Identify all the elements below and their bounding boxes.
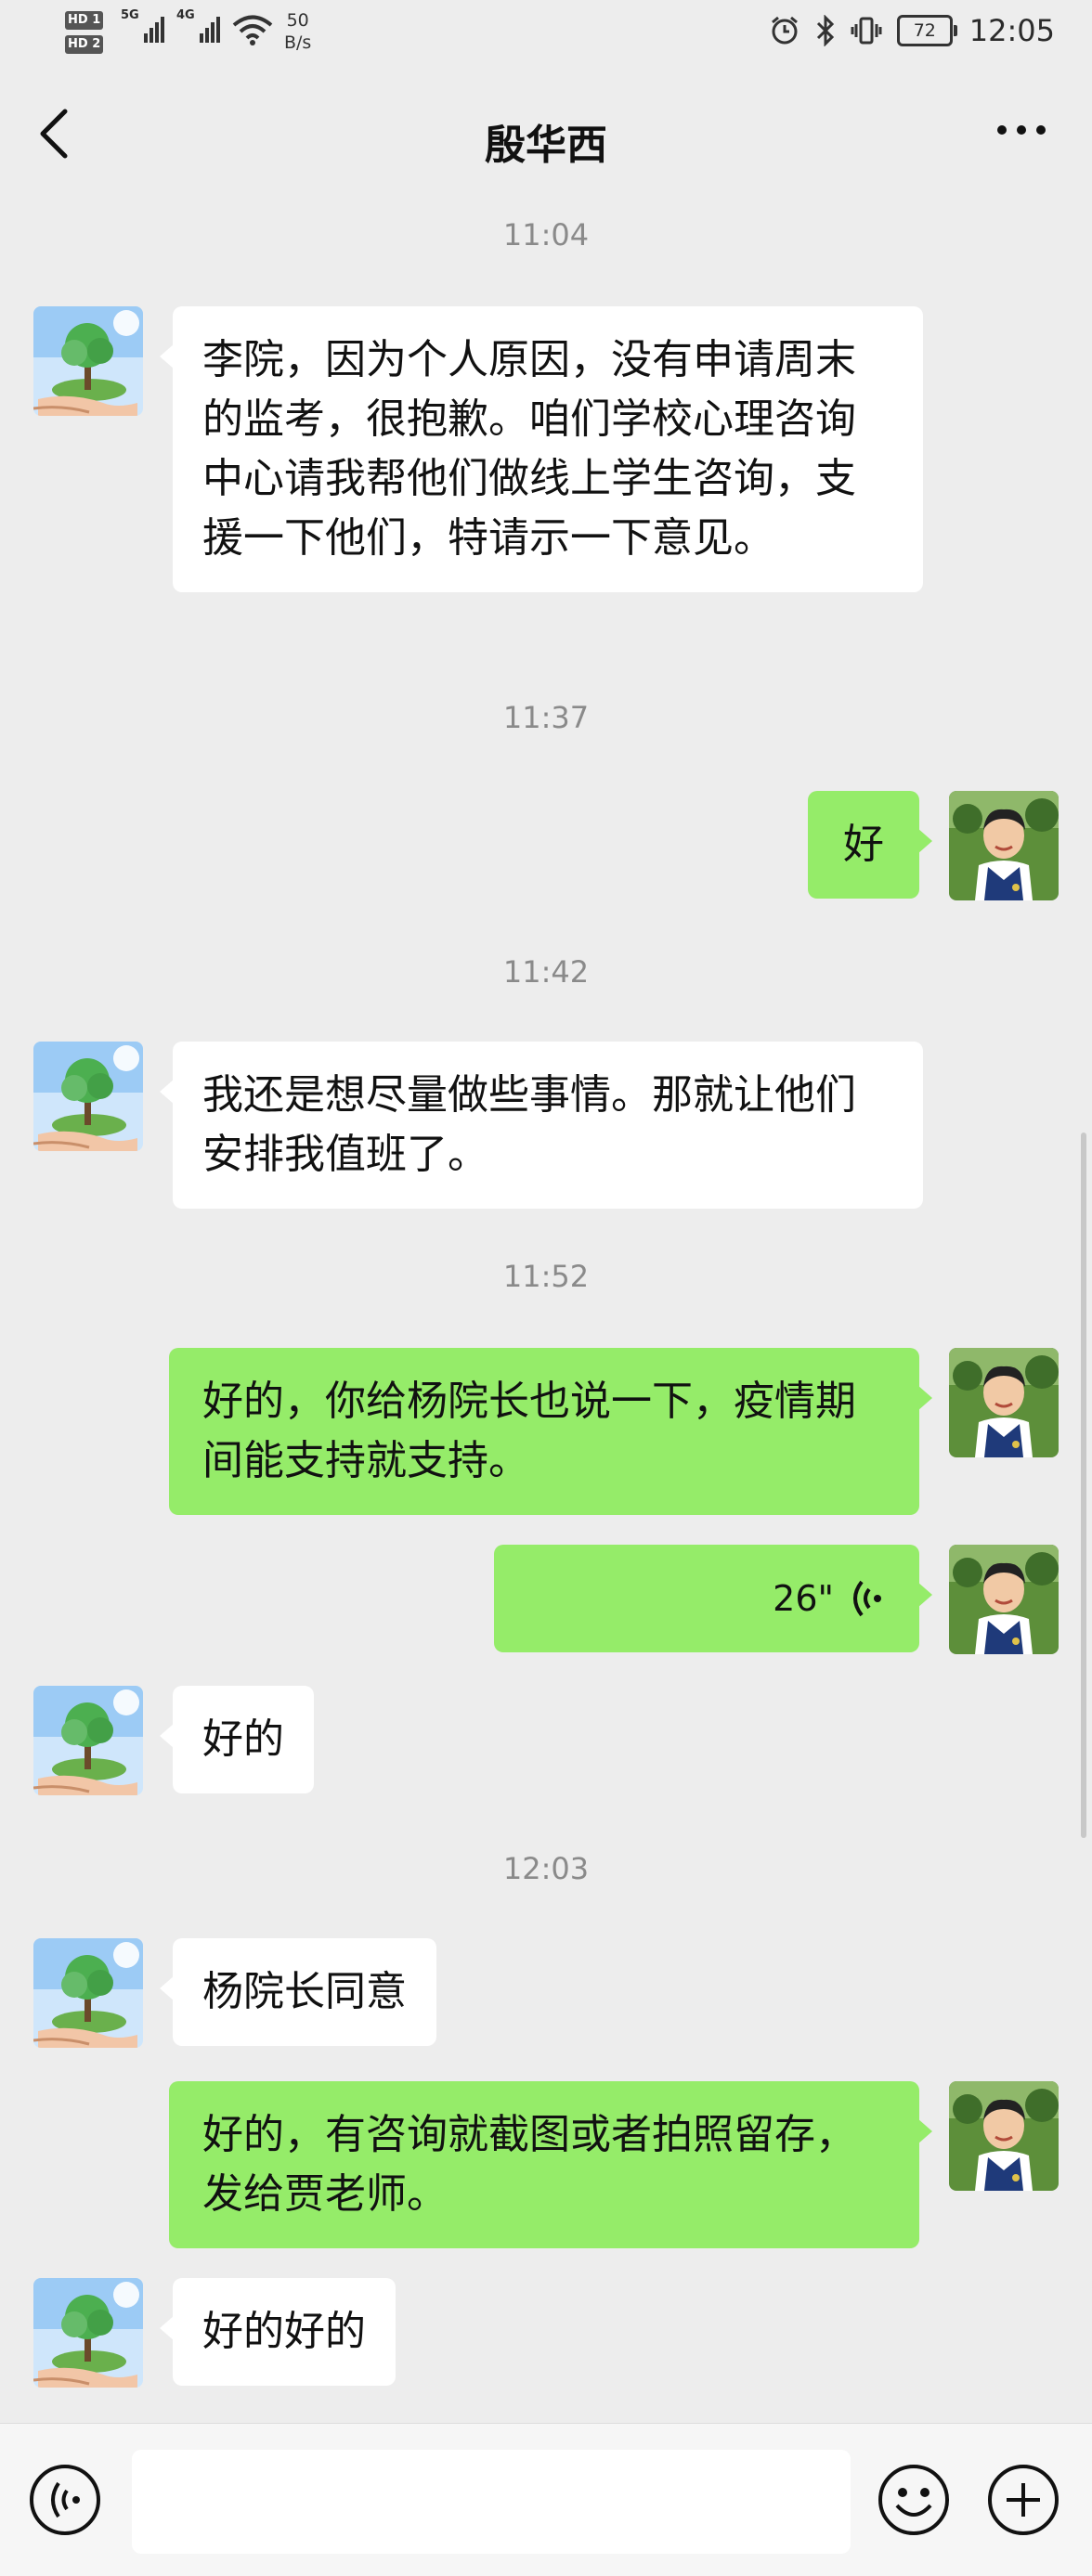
input-bar [0,2423,1092,2576]
timestamp: 11:37 [502,700,590,735]
wifi-icon [232,15,273,50]
voice-message[interactable]: 26" [494,1545,932,1652]
outgoing-message[interactable]: 好 [808,791,932,899]
emoji-button[interactable] [877,2463,951,2537]
emoji-icon [878,2465,949,2535]
vibrate-icon [851,15,882,46]
speed-value: 50 [286,10,309,31]
voice-input-button[interactable] [28,2463,102,2537]
outgoing-message[interactable]: 好的，有咨询就截图或者拍照留存，发给贾老师。 [169,2081,932,2248]
clock: 12:05 [968,13,1055,48]
boy-avatar-image [949,1545,1059,1654]
speed-unit: B/s [284,32,312,53]
incoming-message[interactable]: 好的好的 [160,2278,396,2386]
my-avatar[interactable] [949,1348,1059,1457]
hd2-badge: HD 2 [65,35,104,54]
contact-avatar[interactable] [33,2278,143,2388]
my-avatar[interactable] [949,791,1059,900]
hd-indicators: HD 1 HD 2 [65,9,104,58]
status-bar: HD 1 HD 2 5G 4G 50 B/s 72 12:05 [0,0,1092,74]
boy-avatar-image [949,1348,1059,1457]
contact-avatar[interactable] [33,1938,143,2048]
network-5g-label: 5G [121,8,139,22]
contact-avatar[interactable] [33,306,143,416]
bluetooth-icon [815,15,836,46]
message-input[interactable] [132,2450,851,2554]
network-4g-label: 4G [176,8,195,22]
hd1-badge: HD 1 [65,11,104,30]
more-functions-button[interactable] [986,2463,1060,2537]
my-avatar[interactable] [949,2081,1059,2191]
chat-screen: HD 1 HD 2 5G 4G 50 B/s 72 12:05 殷华西 11:0… [0,0,1092,2576]
more-button[interactable] [994,111,1049,149]
scrollbar[interactable] [1081,1133,1086,1838]
my-avatar[interactable] [949,1545,1059,1654]
timestamp: 12:03 [502,1851,590,1886]
boy-avatar-image [949,2081,1059,2191]
timestamp: 11:52 [502,1259,590,1294]
signal-5g-icon: 5G [121,8,166,43]
boy-avatar-image [949,791,1059,900]
plus-icon [988,2465,1059,2535]
timestamp: 11:42 [502,954,590,990]
outgoing-message[interactable]: 好的，你给杨院长也说一下，疫情期间能支持就支持。 [169,1348,932,1515]
tree-avatar-image [33,1042,143,1151]
page-title: 殷华西 [485,122,607,169]
tree-avatar-image [33,1686,143,1795]
battery-indicator: 72 [896,15,957,46]
incoming-message[interactable]: 我还是想尽量做些事情。那就让他们安排我值班了。 [160,1042,923,1209]
voice-message-content: 26" [527,1545,886,1652]
incoming-message[interactable]: 李院，因为个人原因，没有申请周末的监考，很抱歉。咱们学校心理咨询中心请我帮他们做… [160,306,923,592]
incoming-message[interactable]: 好的 [160,1686,314,1793]
voice-icon [30,2465,100,2535]
voice-wave-icon [853,1580,881,1617]
timestamp: 11:04 [502,217,590,252]
contact-avatar[interactable] [33,1042,143,1151]
network-speed: 50 B/s [284,9,311,54]
voice-duration: 26" [773,1578,834,1619]
tree-avatar-image [33,306,143,416]
contact-avatar[interactable] [33,1686,143,1795]
tree-avatar-image [33,1938,143,2048]
tree-avatar-image [33,2278,143,2388]
status-right: 72 12:05 [769,13,1055,48]
more-dots-icon [997,125,1046,135]
alarm-icon [769,15,800,46]
title-bar: 殷华西 [0,84,1092,186]
signal-4g-icon: 4G [176,8,222,43]
incoming-message[interactable]: 杨院长同意 [160,1938,436,2046]
